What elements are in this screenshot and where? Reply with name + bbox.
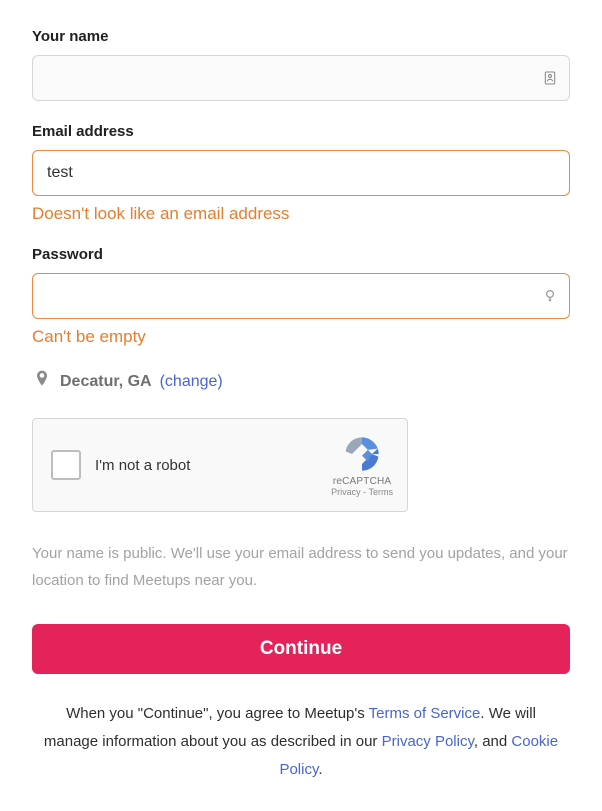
email-error: Doesn't look like an email address bbox=[32, 204, 570, 224]
location-row: Decatur, GA (change) bbox=[32, 369, 570, 394]
recaptcha-right: reCAPTCHA Privacy - Terms bbox=[331, 434, 393, 497]
name-group: Your name bbox=[32, 28, 570, 101]
privacy-policy-link[interactable]: Privacy Policy bbox=[382, 733, 474, 750]
password-error: Can't be empty bbox=[32, 327, 570, 347]
recaptcha-widget: I'm not a robot reCAPTCHA Privacy - Term… bbox=[32, 418, 408, 512]
name-input-wrap bbox=[32, 55, 570, 101]
recaptcha-checkbox[interactable] bbox=[51, 450, 81, 480]
recaptcha-logo-icon bbox=[342, 434, 382, 474]
password-label: Password bbox=[32, 246, 570, 263]
terms-mid2: , and bbox=[474, 733, 512, 750]
terms-text: When you "Continue", you agree to Meetup… bbox=[32, 700, 570, 783]
contact-card-icon bbox=[542, 70, 558, 86]
terms-prefix: When you "Continue", you agree to Meetup… bbox=[66, 705, 369, 722]
recaptcha-left: I'm not a robot bbox=[51, 450, 190, 480]
password-input-wrap bbox=[32, 273, 570, 319]
email-label: Email address bbox=[32, 123, 570, 140]
name-input[interactable] bbox=[32, 55, 570, 101]
location-change-link[interactable]: (change) bbox=[160, 373, 223, 391]
email-input[interactable] bbox=[32, 150, 570, 196]
location-text: Decatur, GA bbox=[60, 373, 152, 391]
email-group: Email address Doesn't look like an email… bbox=[32, 123, 570, 224]
location-pin-icon bbox=[32, 369, 52, 394]
disclaimer-text: Your name is public. We'll use your emai… bbox=[32, 540, 570, 594]
recaptcha-label: I'm not a robot bbox=[95, 457, 190, 474]
password-group: Password Can't be empty bbox=[32, 246, 570, 347]
recaptcha-brand: reCAPTCHA bbox=[331, 476, 393, 487]
terms-suffix: . bbox=[318, 761, 322, 778]
continue-button[interactable]: Continue bbox=[32, 624, 570, 674]
key-icon bbox=[542, 288, 558, 304]
password-input[interactable] bbox=[32, 273, 570, 319]
terms-of-service-link[interactable]: Terms of Service bbox=[369, 705, 481, 722]
recaptcha-links[interactable]: Privacy - Terms bbox=[331, 487, 393, 497]
email-input-wrap bbox=[32, 150, 570, 196]
name-label: Your name bbox=[32, 28, 570, 45]
